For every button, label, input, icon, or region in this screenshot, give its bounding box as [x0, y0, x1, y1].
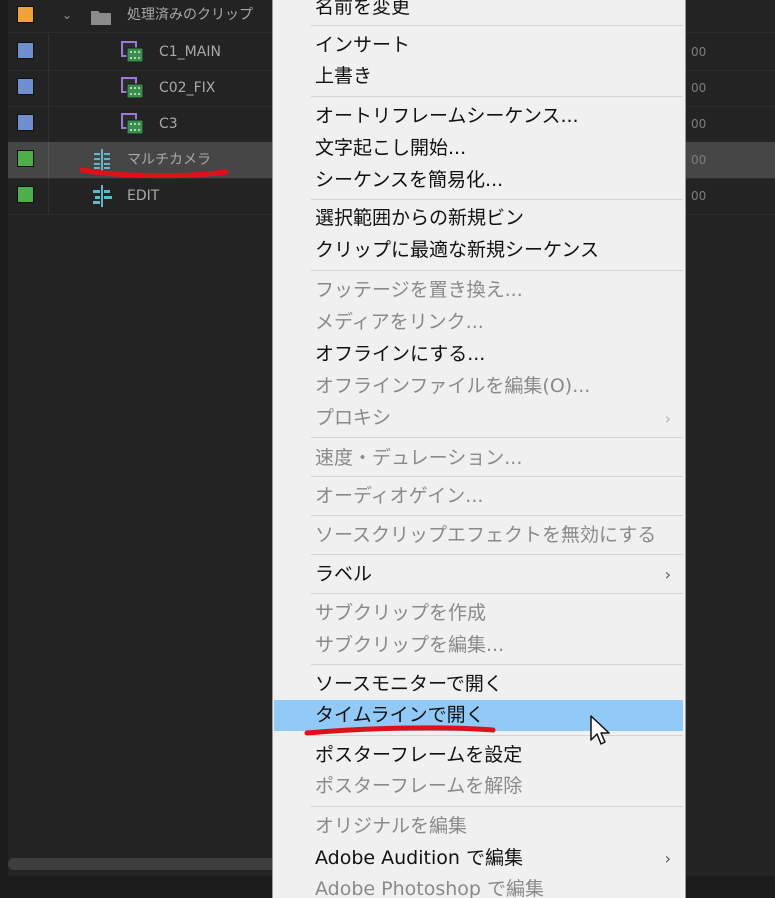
menu-item-edit-in-photoshop[interactable]: Adobe Photoshop で編集: [274, 874, 683, 898]
menu-item-link-media[interactable]: メディアをリンク...: [274, 307, 683, 338]
menu-item-label: オフラインにする...: [315, 343, 486, 365]
menu-item-simplify-sequence[interactable]: シーケンスを簡易化...: [274, 165, 683, 196]
menu-divider: [311, 515, 683, 516]
menu-item-start-transcription[interactable]: 文字起こし開始...: [274, 133, 683, 164]
horizontal-scrollbar[interactable]: [8, 858, 276, 870]
submenu-arrow-icon: ›: [664, 565, 671, 584]
sequence-icon: [93, 185, 112, 207]
mouse-pointer-icon: [590, 715, 610, 745]
column-divider: [48, 142, 49, 178]
clip-name: C02_FIX: [159, 80, 216, 96]
menu-item-replace-footage[interactable]: フッテージを置き換え...: [274, 275, 683, 306]
label-color-swatch[interactable]: [17, 150, 34, 167]
label-color-swatch[interactable]: [17, 6, 34, 23]
menu-divider: [311, 476, 683, 477]
menu-item-label: 上書き: [315, 65, 373, 87]
menu-item-label: インサート: [315, 34, 411, 56]
video-clip-icon: [121, 77, 144, 99]
menu-item-disable-source-clip-effects[interactable]: ソースクリップエフェクトを無効にする: [274, 520, 683, 551]
menu-item-label: ラベル: [315, 563, 373, 585]
menu-item-label: ポスターフレームを設定: [315, 744, 523, 766]
video-clip-icon: [121, 113, 144, 135]
menu-item-rename[interactable]: 名前を変更: [274, 0, 683, 23]
menu-item-make-subclip[interactable]: サブクリップを作成: [274, 598, 683, 629]
menu-item-make-offline[interactable]: オフラインにする...: [274, 339, 683, 370]
context-menu: 名前を変更 インサート 上書き オートリフレームシーケンス... 文字起こし開始…: [272, 0, 686, 898]
label-color-swatch[interactable]: [17, 114, 34, 131]
label-color-swatch[interactable]: [17, 42, 34, 59]
menu-item-proxy[interactable]: プロキシ ›: [274, 403, 683, 434]
clip-value: 00: [691, 45, 707, 59]
menu-item-label: サブクリップを作成: [315, 602, 487, 624]
label-color-swatch[interactable]: [17, 78, 34, 95]
menu-item-auto-reframe[interactable]: オートリフレームシーケンス...: [274, 101, 683, 132]
menu-item-label: プロキシ: [315, 407, 392, 429]
menu-divider: [311, 25, 683, 26]
menu-item-label: フッテージを置き換え...: [315, 279, 523, 301]
menu-item-label: メディアをリンク...: [315, 311, 484, 333]
submenu-arrow-icon: ›: [664, 849, 671, 868]
menu-item-edit-offline-file[interactable]: オフラインファイルを編集(O)...: [274, 371, 683, 402]
menu-divider: [311, 554, 683, 555]
menu-item-edit-original[interactable]: オリジナルを編集: [274, 811, 683, 842]
label-color-swatch[interactable]: [17, 186, 34, 203]
menu-item-overwrite[interactable]: 上書き: [274, 61, 683, 92]
menu-item-label: 速度・デュレーション...: [315, 447, 523, 469]
menu-item-label: Adobe Photoshop で編集: [315, 878, 545, 898]
annotation-underline-multicam: [79, 167, 229, 179]
menu-item-label: ポスターフレームを解除: [315, 775, 523, 797]
menu-divider: [311, 437, 683, 438]
menu-divider: [311, 664, 683, 665]
column-divider: [48, 178, 49, 214]
menu-item-label: オリジナルを編集: [315, 815, 468, 837]
menu-item-edit-in-audition[interactable]: Adobe Audition で編集 ›: [274, 843, 683, 874]
menu-item-clear-poster-frame[interactable]: ポスターフレームを解除: [274, 771, 683, 802]
menu-divider: [311, 270, 683, 271]
clip-name: C1_MAIN: [159, 44, 221, 60]
column-divider: [48, 106, 49, 142]
folder-icon: [91, 11, 111, 25]
sequence-value: 00: [691, 189, 707, 203]
menu-item-label: 文字起こし開始...: [315, 137, 467, 159]
menu-divider: [311, 806, 683, 807]
menu-item-label: 名前を変更: [315, 0, 411, 18]
column-divider: [48, 34, 49, 70]
video-clip-icon: [121, 41, 144, 63]
menu-item-label: オーディオゲイン...: [315, 485, 484, 507]
menu-divider: [311, 593, 683, 594]
menu-divider: [311, 199, 683, 200]
menu-item-new-sequence-from-clip[interactable]: クリップに最適な新規シーケンス: [274, 235, 683, 266]
menu-item-label: 選択範囲からの新規ビン: [315, 207, 525, 229]
menu-item-label: シーケンスを簡易化...: [315, 169, 504, 191]
menu-item-label: オートリフレームシーケンス...: [315, 105, 579, 127]
menu-item-label: クリップに最適な新規シーケンス: [315, 239, 600, 261]
menu-item-open-in-source-monitor[interactable]: ソースモニターで開く: [274, 669, 683, 700]
chevron-down-icon[interactable]: ⌄: [60, 8, 74, 22]
column-divider: [48, 70, 49, 106]
menu-item-label[interactable]: ラベル ›: [274, 559, 683, 590]
sequence-value: 00: [691, 153, 707, 167]
sequence-name: EDIT: [127, 188, 160, 204]
menu-item-speed-duration[interactable]: 速度・デュレーション...: [274, 443, 683, 474]
menu-item-label: サブクリップを編集...: [315, 634, 505, 656]
menu-item-new-bin-from-selection[interactable]: 選択範囲からの新規ビン: [274, 203, 683, 234]
clip-value: 00: [691, 81, 707, 95]
annotation-underline-open-in-timeline: [304, 725, 496, 736]
menu-item-label: ソースモニターで開く: [315, 673, 503, 695]
bin-name: 処理済みのクリップ: [127, 7, 253, 23]
submenu-arrow-icon: ›: [664, 409, 671, 428]
menu-item-label: オフラインファイルを編集(O)...: [315, 375, 591, 397]
menu-item-audio-gain[interactable]: オーディオゲイン...: [274, 481, 683, 512]
clip-name: C3: [159, 116, 178, 132]
menu-item-label: Adobe Audition で編集: [315, 847, 523, 869]
menu-item-edit-subclip[interactable]: サブクリップを編集...: [274, 630, 683, 661]
menu-item-insert[interactable]: インサート: [274, 30, 683, 61]
menu-item-set-poster-frame[interactable]: ポスターフレームを設定: [274, 740, 683, 771]
menu-divider: [311, 96, 683, 97]
clip-value: 00: [691, 117, 707, 131]
menu-item-label: ソースクリップエフェクトを無効にする: [315, 524, 657, 546]
